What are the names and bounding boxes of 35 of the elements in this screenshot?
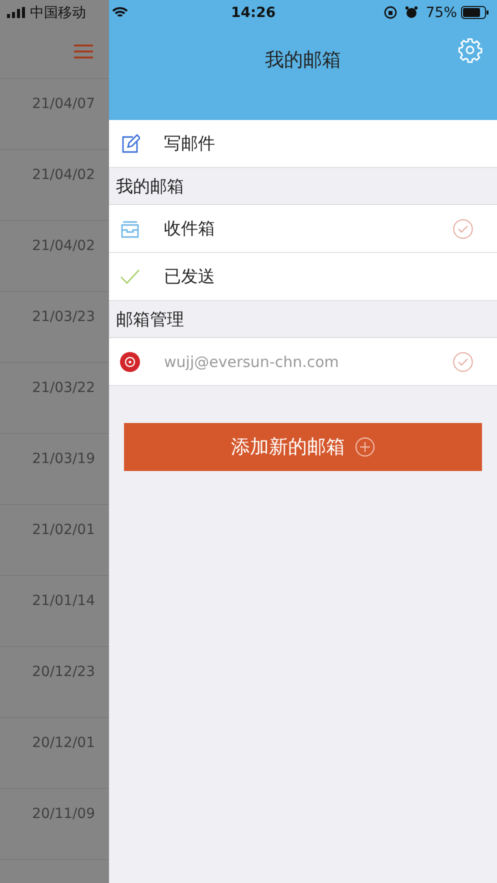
edit-icon bbox=[120, 134, 140, 154]
flower-logo-icon bbox=[120, 352, 140, 372]
clock-time: 14:26 bbox=[231, 4, 276, 20]
date-label: 20/12/23 bbox=[32, 664, 95, 682]
date-label: 20/12/01 bbox=[32, 735, 95, 753]
date-label: 21/04/02 bbox=[32, 167, 95, 185]
settings-icon[interactable] bbox=[457, 37, 483, 63]
menu-row[interactable]: 写邮件 bbox=[109, 120, 497, 168]
menu-label: 已发送 bbox=[164, 266, 216, 288]
battery-percent: 75% bbox=[426, 4, 457, 20]
plus-circle-icon bbox=[355, 437, 375, 457]
menu-label: 写邮件 bbox=[164, 133, 216, 155]
drawer-title: 我的邮箱 bbox=[265, 48, 341, 73]
date-label: 20/11/09 bbox=[32, 806, 95, 824]
date-label: 21/02/01 bbox=[32, 522, 95, 540]
date-label: 21/03/23 bbox=[32, 309, 95, 327]
signal-icon bbox=[7, 7, 26, 18]
checkmark-icon bbox=[120, 268, 140, 284]
carrier-name: 中国移动 bbox=[30, 4, 86, 22]
menu-row[interactable]: 已发送 bbox=[109, 253, 497, 301]
alarm-icon bbox=[404, 6, 418, 19]
menu-row[interactable]: 收件箱 bbox=[109, 205, 497, 253]
rotation-lock-icon bbox=[384, 6, 397, 19]
battery-icon bbox=[461, 6, 489, 19]
menu-label: 收件箱 bbox=[164, 218, 216, 240]
email-address: wujj@eversun-chn.com bbox=[164, 352, 340, 370]
wifi-icon bbox=[112, 6, 128, 18]
date-label: 21/03/19 bbox=[32, 451, 95, 469]
tray-icon bbox=[120, 220, 140, 238]
date-label: 21/01/14 bbox=[32, 593, 95, 611]
date-label: 21/04/07 bbox=[32, 96, 95, 114]
date-label: 21/04/02 bbox=[32, 238, 95, 256]
menu-icon[interactable] bbox=[74, 44, 93, 59]
add-mailbox-button[interactable]: 添加新的邮箱 bbox=[124, 423, 482, 471]
date-label: 21/03/22 bbox=[32, 380, 95, 398]
